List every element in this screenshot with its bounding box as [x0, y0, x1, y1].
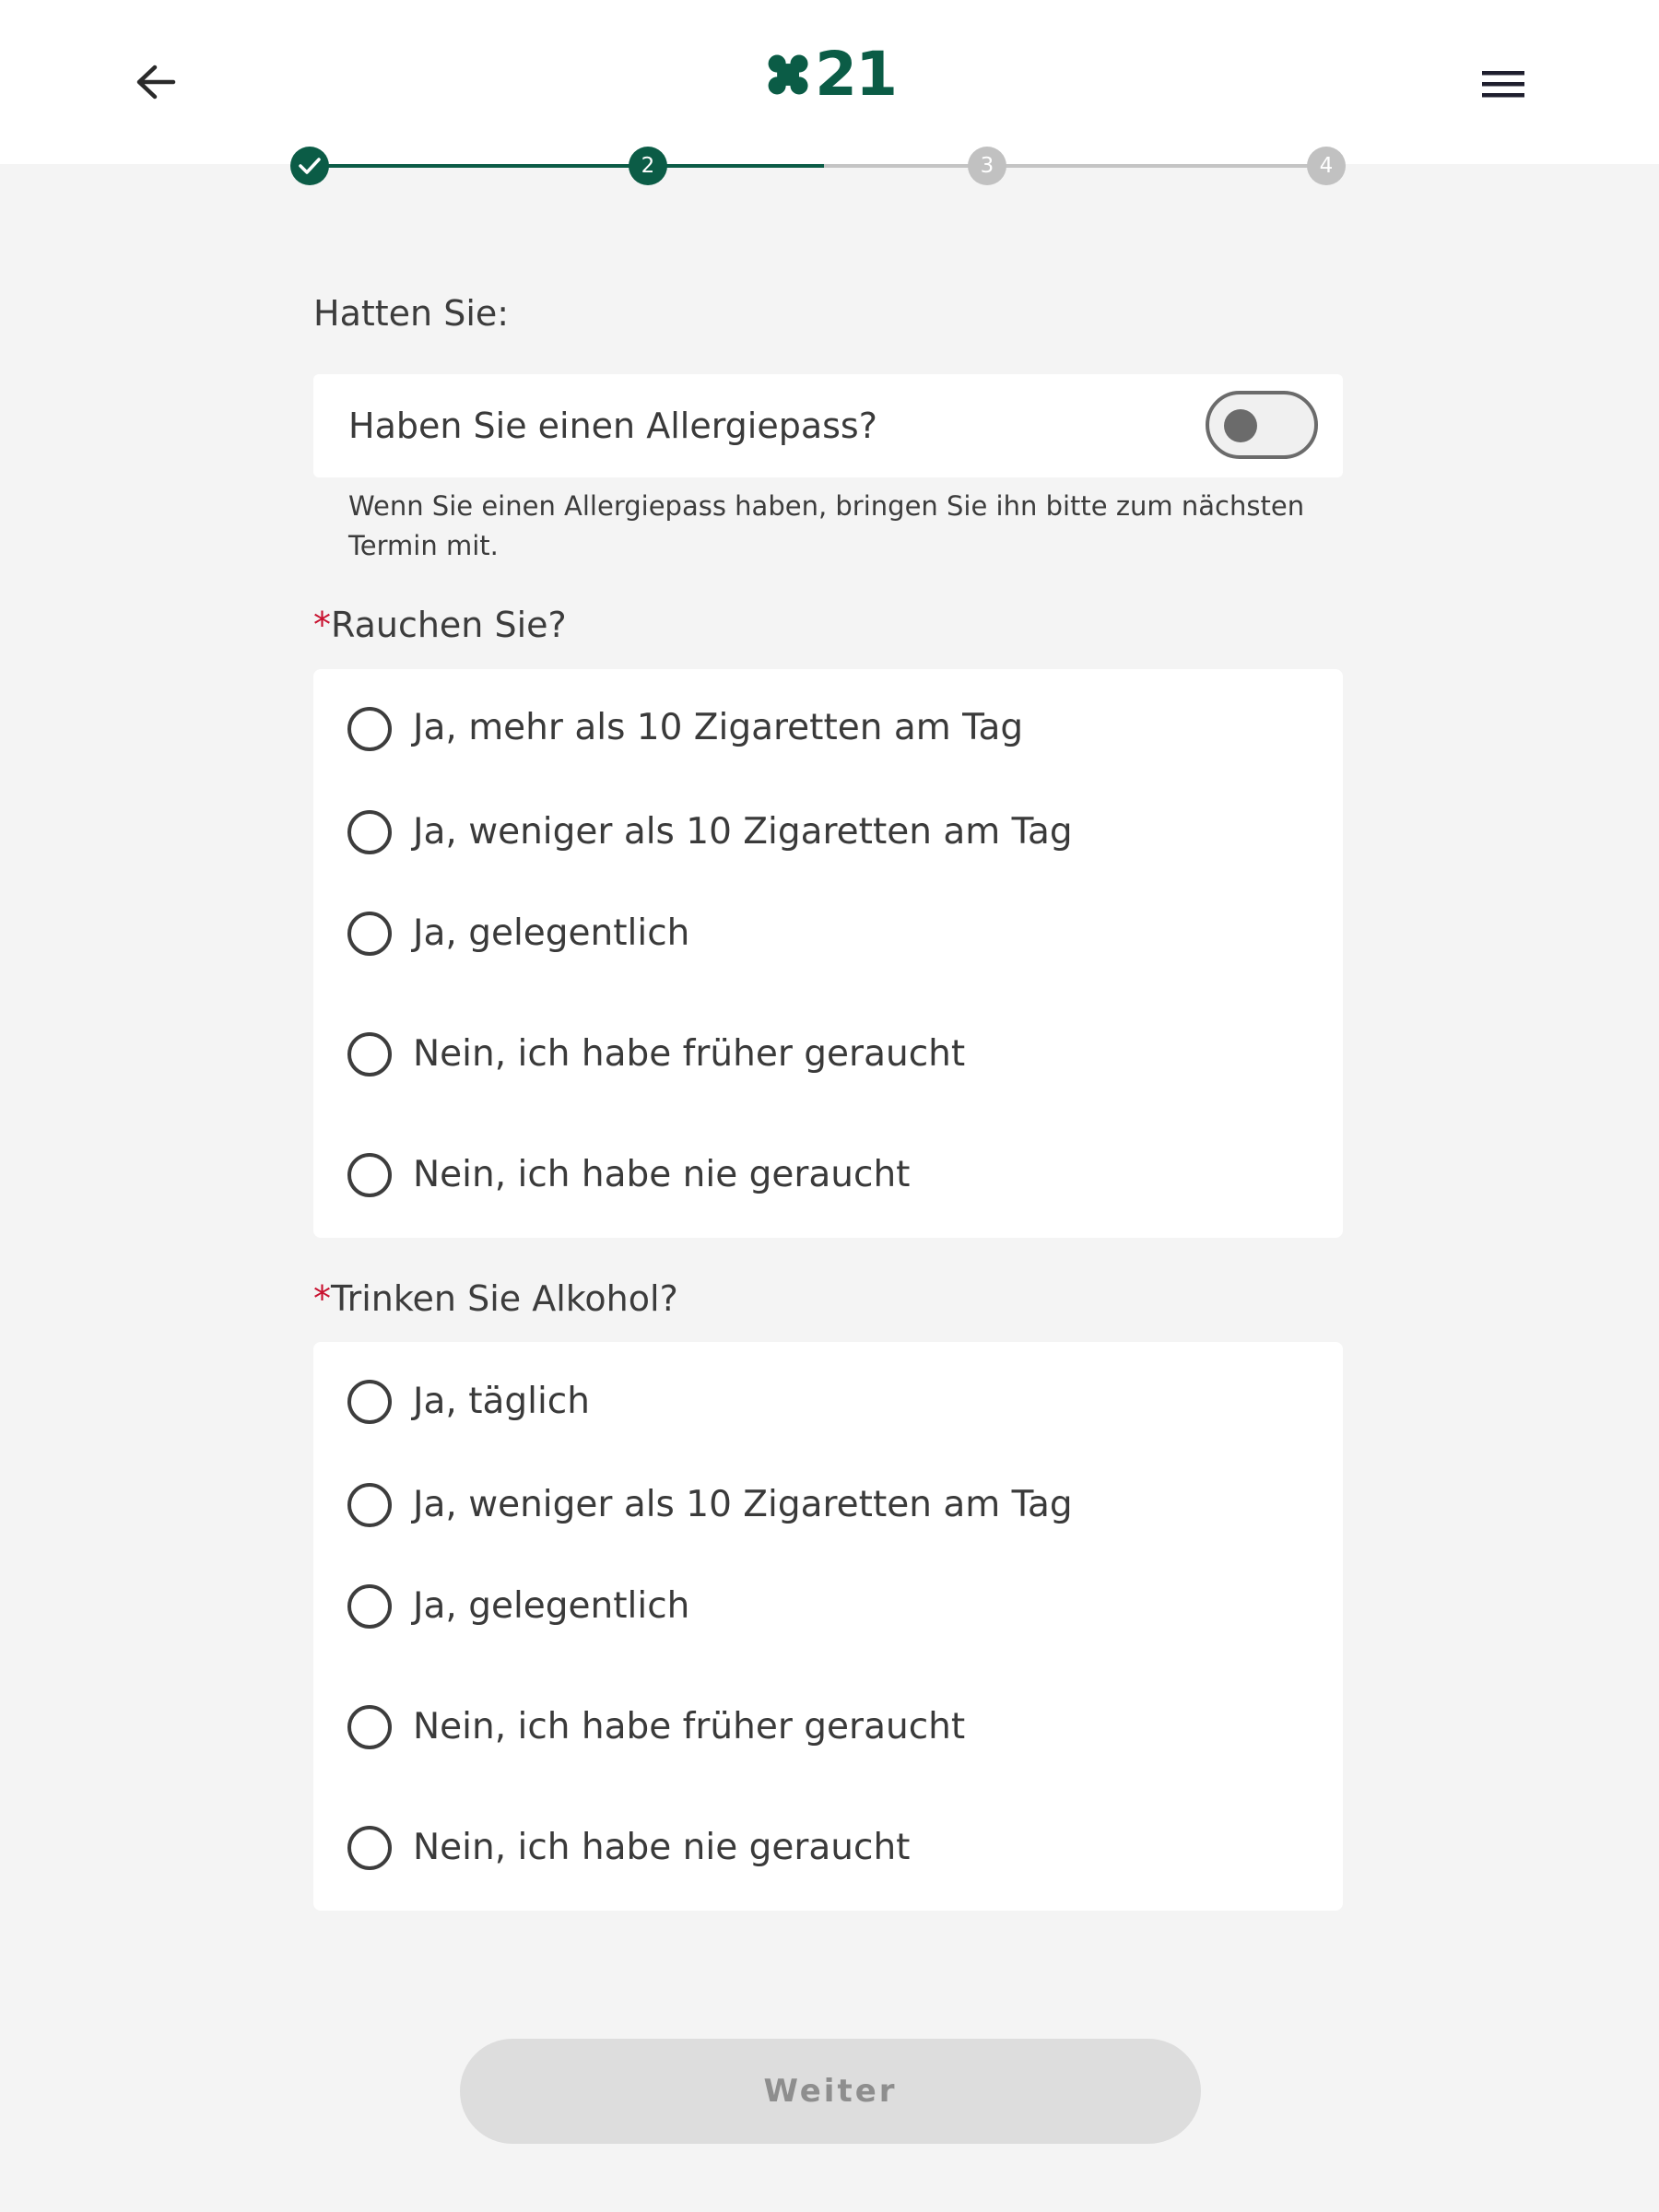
alcohol-options: Ja, täglich Ja, weniger als 10 Zigarette… [313, 1342, 1343, 1911]
next-button[interactable]: Weiter [460, 2039, 1201, 2144]
step-2-active: 2 [629, 147, 667, 185]
radio-button[interactable] [347, 1826, 392, 1870]
alcohol-question-text: Trinken Sie Alkohol? [331, 1278, 678, 1319]
option-label: Nein, ich habe nie geraucht [413, 1154, 911, 1195]
hamburger-menu-icon [1482, 71, 1524, 98]
alcohol-option-2[interactable]: Ja, weniger als 10 Zigaretten am Tag [313, 1463, 1343, 1547]
logo-text: 21 [815, 39, 898, 110]
option-label: Nein, ich habe früher geraucht [413, 1033, 966, 1075]
smoking-option-3[interactable]: Ja, gelegentlich [313, 875, 1343, 995]
alcohol-option-5[interactable]: Nein, ich habe nie geraucht [313, 1789, 1343, 1911]
radio-button[interactable] [347, 1483, 392, 1527]
allergy-toggle[interactable] [1206, 391, 1318, 459]
option-label: Nein, ich habe nie geraucht [413, 1827, 911, 1868]
alcohol-question: *Trinken Sie Alkohol? [313, 1278, 678, 1319]
allergy-card: Haben Sie einen Allergiepass? [313, 374, 1343, 477]
smoking-options: Ja, mehr als 10 Zigaretten am Tag Ja, we… [313, 669, 1343, 1238]
logo-dots-icon [767, 50, 810, 100]
radio-button[interactable] [347, 1705, 392, 1749]
radio-button[interactable] [347, 810, 392, 854]
option-label: Ja, weniger als 10 Zigaretten am Tag [413, 1484, 1073, 1525]
check-icon [299, 158, 321, 174]
app-header: 21 [0, 0, 1659, 164]
alcohol-option-4[interactable]: Nein, ich habe früher geraucht [313, 1668, 1343, 1789]
smoking-question-text: Rauchen Sie? [331, 605, 567, 645]
option-label: Ja, mehr als 10 Zigaretten am Tag [413, 707, 1024, 748]
app-root: 21 2 3 4 Hatten Sie: Haben Sie einen All… [0, 0, 1659, 2212]
back-button[interactable] [129, 55, 182, 109]
radio-button[interactable] [347, 1032, 392, 1077]
radio-button[interactable] [347, 1584, 392, 1629]
radio-button[interactable] [347, 912, 392, 956]
stepper-progress-line [310, 164, 824, 168]
smoking-option-1[interactable]: Ja, mehr als 10 Zigaretten am Tag [313, 669, 1343, 790]
step-4: 4 [1307, 147, 1346, 185]
smoking-option-5[interactable]: Nein, ich habe nie geraucht [313, 1116, 1343, 1238]
radio-button[interactable] [347, 1380, 392, 1424]
step-3: 3 [968, 147, 1006, 185]
option-label: Nein, ich habe früher geraucht [413, 1706, 966, 1747]
option-label: Ja, gelegentlich [413, 912, 690, 954]
menu-button[interactable] [1475, 57, 1532, 111]
option-label: Ja, weniger als 10 Zigaretten am Tag [413, 811, 1073, 853]
option-label: Ja, täglich [413, 1381, 590, 1422]
step-1-completed [290, 147, 329, 185]
brand-logo: 21 [767, 39, 898, 110]
allergy-helper-text: Wenn Sie einen Allergiepass haben, bring… [348, 490, 1305, 561]
alcohol-option-1[interactable]: Ja, täglich [313, 1342, 1343, 1463]
required-marker: * [313, 1278, 331, 1319]
allergy-question: Haben Sie einen Allergiepass? [348, 406, 877, 446]
radio-button[interactable] [347, 707, 392, 751]
toggle-knob [1224, 409, 1257, 442]
radio-button[interactable] [347, 1153, 392, 1197]
smoking-option-4[interactable]: Nein, ich habe früher geraucht [313, 995, 1343, 1116]
option-label: Ja, gelegentlich [413, 1585, 690, 1627]
smoking-option-2[interactable]: Ja, weniger als 10 Zigaretten am Tag [313, 790, 1343, 875]
alcohol-option-3[interactable]: Ja, gelegentlich [313, 1547, 1343, 1668]
arrow-left-icon [136, 65, 176, 100]
stepper-remaining-line [824, 164, 1325, 168]
smoking-question: *Rauchen Sie? [313, 605, 567, 645]
required-marker: * [313, 605, 331, 645]
intro-label: Hatten Sie: [313, 293, 510, 334]
